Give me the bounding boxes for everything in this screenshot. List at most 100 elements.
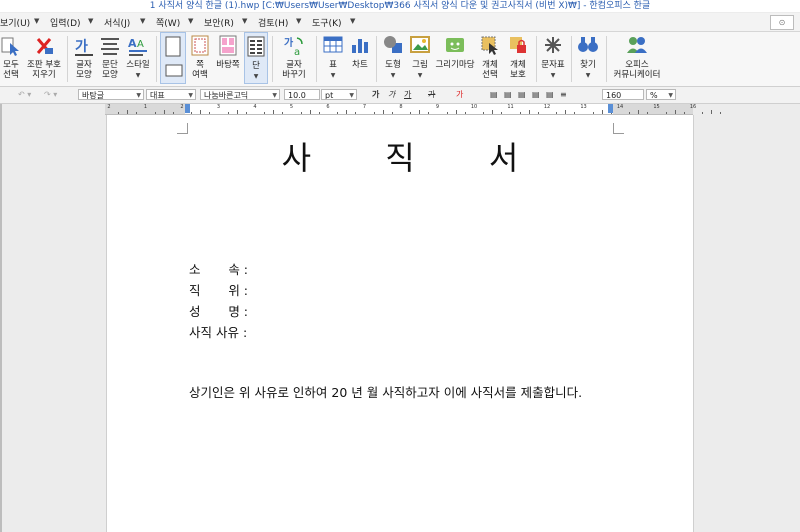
ruler-tick: [519, 112, 521, 114]
clipart-button[interactable]: 그리기마당: [434, 32, 476, 84]
object-select-icon: [481, 36, 498, 55]
ruler-tick: [382, 110, 384, 114]
menu-review-arrow-icon[interactable]: ▼: [296, 17, 301, 25]
ruler-tick: [236, 110, 238, 114]
align-distribute-icon[interactable]: ▤: [546, 89, 554, 101]
columns-button[interactable]: 단 ▼: [244, 32, 268, 84]
menu-review[interactable]: 검토(H): [258, 16, 288, 29]
menu-security[interactable]: 보안(R): [204, 16, 234, 29]
menu-format[interactable]: 서식(J): [104, 16, 130, 29]
object-protect-icon: [510, 37, 526, 53]
symbol-button[interactable]: 문자표 ▼: [538, 32, 568, 84]
object-select-label: 개체 선택: [482, 60, 498, 80]
menu-format-arrow-icon[interactable]: ▼: [140, 17, 145, 25]
symbol-icon: [545, 37, 561, 53]
columns-label: 단: [252, 61, 260, 71]
font-color-button[interactable]: 가: [456, 89, 463, 101]
menu-view-arrow-icon[interactable]: ▼: [34, 17, 39, 25]
menu-insert[interactable]: 입력(D): [50, 16, 81, 29]
shape-button[interactable]: 도형 ▼: [380, 32, 406, 84]
char-shape-button[interactable]: 가 글자 모양: [72, 32, 96, 84]
ruler-number: 3: [216, 104, 221, 110]
ribbon-separator: [376, 36, 377, 82]
menu-tools[interactable]: 도구(K): [312, 16, 342, 29]
picture-icon: [410, 36, 430, 53]
ruler-tick: [163, 110, 165, 114]
master-page-button[interactable]: 바탕쪽: [214, 32, 242, 84]
table-dropdown-icon[interactable]: ▼: [320, 72, 346, 79]
ruler-number: 2: [180, 104, 184, 110]
columns-dropdown-icon[interactable]: ▼: [245, 73, 267, 80]
menu-page[interactable]: 쪽(W): [156, 16, 180, 29]
language-combo[interactable]: 대표 ▼: [146, 89, 196, 100]
bold-button[interactable]: 가: [372, 89, 379, 101]
left-indent-marker[interactable]: [185, 104, 190, 113]
font-size-input[interactable]: 10.0: [284, 89, 320, 100]
para-shape-label: 문단 모양: [102, 60, 118, 80]
clear-markup-button[interactable]: 조판 부호 지우기: [24, 32, 64, 84]
zoom-input[interactable]: 160: [602, 89, 644, 100]
align-justify-icon[interactable]: ▤: [532, 89, 540, 101]
style-icon: AA: [128, 37, 147, 56]
char-replace-button[interactable]: 가a 글자 바꾸기: [278, 32, 310, 84]
ruler-number: 14: [616, 104, 624, 110]
object-protect-label: 개체 보호: [510, 60, 526, 80]
ruler-number: 8: [399, 104, 403, 110]
symbol-dropdown-icon[interactable]: ▼: [538, 72, 568, 79]
picture-dropdown-icon[interactable]: ▼: [408, 72, 432, 79]
strike-button[interactable]: 가: [428, 89, 435, 101]
picture-button[interactable]: 그림 ▼: [408, 32, 432, 84]
menu-tools-arrow-icon[interactable]: ▼: [350, 17, 355, 25]
align-right-icon[interactable]: ▤: [518, 89, 526, 101]
menu-view[interactable]: 보기(U): [0, 16, 30, 29]
char-shape-icon: 가: [75, 39, 93, 56]
menu-search-icon[interactable]: ⊙: [770, 15, 794, 30]
style-button[interactable]: AA 스타일 ▼: [124, 32, 152, 84]
shape-dropdown-icon[interactable]: ▼: [380, 72, 406, 79]
redo-icon[interactable]: ↷ ▾: [44, 89, 57, 101]
unit-combo[interactable]: pt ▼: [321, 89, 357, 100]
align-left-icon[interactable]: ▤: [490, 89, 498, 101]
document-title: 사 직 서: [281, 139, 551, 177]
document-page[interactable]: 사 직 서 소 속 : 직 위 : 성 명 : 사직 사유 : 상기인은 위 사…: [106, 115, 694, 532]
clipart-label: 그리기마당: [435, 60, 475, 70]
right-indent-marker[interactable]: [608, 104, 613, 113]
page-margin-button[interactable]: 쪽 여백: [188, 32, 212, 84]
table-button[interactable]: 표 ▼: [320, 32, 346, 84]
ruler-tick: [273, 110, 275, 114]
ruler-tick: [346, 110, 348, 114]
symbol-label: 문자표: [541, 60, 565, 70]
menu-security-arrow-icon[interactable]: ▼: [242, 17, 247, 25]
page-landscape-icon[interactable]: [165, 63, 183, 77]
ruler-tick: [665, 112, 667, 114]
align-center-icon[interactable]: ▤: [504, 89, 512, 101]
ruler-tick: [127, 110, 129, 114]
style-dropdown-icon[interactable]: ▼: [124, 72, 152, 79]
find-button[interactable]: 찾기 ▼: [574, 32, 602, 84]
office-communicator-button[interactable]: 오피스 커뮤니케이터: [608, 32, 666, 84]
object-protect-button[interactable]: 개체 보호: [504, 32, 532, 84]
undo-icon[interactable]: ↶ ▾: [18, 89, 31, 101]
underline-button[interactable]: 가: [404, 89, 411, 101]
menu-insert-arrow-icon[interactable]: ▼: [88, 17, 93, 25]
italic-button[interactable]: 가: [388, 89, 395, 101]
field-name: 성 명 :: [189, 304, 248, 319]
find-dropdown-icon[interactable]: ▼: [574, 72, 602, 79]
para-shape-button[interactable]: 문단 모양: [98, 32, 122, 84]
chart-button[interactable]: 차트: [348, 32, 372, 84]
style-combo[interactable]: 바탕글 ▼: [78, 89, 144, 100]
menu-page-arrow-icon[interactable]: ▼: [188, 17, 193, 25]
ribbon-separator: [316, 36, 317, 82]
ruler-number: 9: [435, 104, 440, 110]
object-select-button[interactable]: 개체 선택: [478, 32, 502, 84]
table-label: 표: [329, 60, 337, 70]
select-all-button[interactable]: 모두 선택: [0, 32, 22, 84]
char-replace-label: 글자 바꾸기: [282, 60, 306, 80]
line-spacing-icon[interactable]: ≡: [560, 89, 567, 101]
horizontal-ruler[interactable]: 2 1 2 3 4 5 6 7 8 9 10 11 12 13 14 15 16: [105, 104, 722, 115]
font-combo[interactable]: 나눔바른고딕 ▼: [200, 89, 280, 100]
ruler-tick: [191, 112, 193, 114]
zoom-unit-value: %: [650, 91, 658, 100]
page-portrait-button[interactable]: [160, 32, 186, 84]
zoom-unit-combo[interactable]: % ▼: [646, 89, 676, 100]
